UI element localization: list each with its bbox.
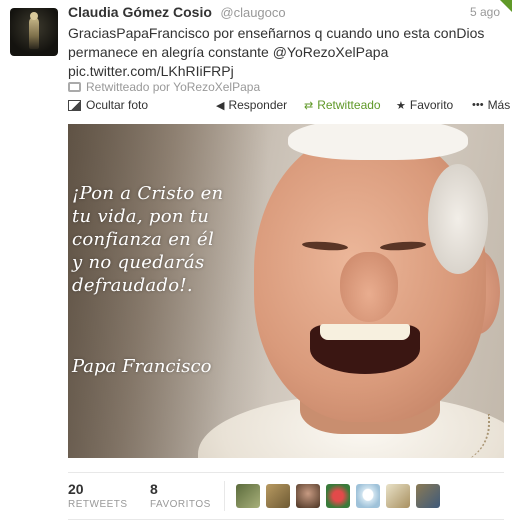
retweet-icon: ⇄ (304, 99, 314, 112)
retweeter-avatar[interactable] (416, 484, 440, 508)
user-handle[interactable]: @claugoco (220, 5, 285, 20)
quote-line: y no quedarás (72, 252, 205, 273)
retweeter-avatar[interactable] (386, 484, 410, 508)
hide-photo-label: Ocultar foto (86, 98, 149, 112)
stats-divider (224, 481, 225, 511)
tweet-stats: 20 RETWEETS 8 FAVORITOS (68, 472, 504, 520)
photo-chain (408, 414, 490, 458)
tweet-text-line: GraciasPapaFrancisco por enseñarnos q cu… (68, 25, 485, 41)
retweeter-avatars (236, 484, 446, 508)
favorite-label: Favorito (409, 98, 454, 112)
avatar-statue-figure (29, 17, 39, 49)
retweeter-avatar[interactable] (236, 484, 260, 508)
favorite-button[interactable]: ★ Favorito (396, 98, 453, 112)
retweet-label: Retwitteado (317, 98, 381, 112)
quote-line: confianza en él (72, 229, 215, 250)
retweeter-avatar[interactable] (296, 484, 320, 508)
photo-nose (340, 252, 398, 322)
star-icon: ★ (396, 99, 406, 112)
retweeted-by-label: Retwitteado por YoRezoXelPapa (86, 80, 261, 94)
retweets-stat[interactable]: 20 RETWEETS (68, 481, 128, 510)
retweeter-avatar[interactable] (326, 484, 350, 508)
photo-quote: ¡Pon a Cristo en tu vida, pon tu confian… (72, 182, 232, 297)
tweet-photo[interactable]: ¡Pon a Cristo en tu vida, pon tu confian… (68, 124, 504, 458)
photo-icon (68, 99, 81, 111)
more-button[interactable]: ••• Más (472, 98, 510, 112)
reply-icon: ◀ (216, 99, 225, 112)
quote-line: defraudado!. (72, 275, 193, 296)
more-dots-icon: ••• (472, 99, 484, 111)
quote-line: tu vida, pon tu (72, 206, 210, 227)
reply-button[interactable]: ◀ Responder (216, 98, 287, 112)
retweeter-avatar[interactable] (266, 484, 290, 508)
hide-photo-button[interactable]: Ocultar foto (68, 98, 148, 112)
tweet-timestamp[interactable]: 5 ago (470, 5, 500, 19)
tweet-text-line: permanece en alegría constante @YoRezoXe… (68, 44, 389, 60)
photo-hair (428, 164, 488, 274)
favorites-count: 8 (150, 481, 158, 497)
photo-zucchetto (288, 124, 468, 160)
favorites-label: FAVORITOS (150, 499, 211, 510)
retweet-icon (68, 82, 81, 92)
user-fullname[interactable]: Claudia Gómez Cosio (68, 4, 212, 20)
avatar-statue-head (30, 12, 38, 20)
photo-teeth (320, 324, 410, 340)
avatar[interactable] (10, 8, 58, 56)
reply-label: Responder (228, 98, 288, 112)
quote-line: ¡Pon a Cristo en (72, 183, 224, 204)
favorites-stat[interactable]: 8 FAVORITOS (150, 481, 211, 510)
quote-author: Papa Francisco (72, 356, 212, 377)
retweets-label: RETWEETS (68, 499, 128, 510)
tweet-text: GraciasPapaFrancisco por enseñarnos q cu… (68, 24, 504, 81)
retweeted-by[interactable]: Retwitteado por YoRezoXelPapa (68, 80, 260, 94)
tweet-actions: Ocultar foto ◀ Responder ⇄ Retwitteado ★… (68, 98, 510, 114)
retweets-count: 20 (68, 481, 84, 497)
tweet-pic-link[interactable]: pic.twitter.com/LKhRIiFRPj (68, 62, 504, 81)
retweeter-avatar[interactable] (356, 484, 380, 508)
more-label: Más (487, 98, 511, 112)
tweet-header: Claudia Gómez Cosio @claugoco 5 ago (68, 4, 502, 22)
retweet-button[interactable]: ⇄ Retwitteado (304, 98, 381, 112)
